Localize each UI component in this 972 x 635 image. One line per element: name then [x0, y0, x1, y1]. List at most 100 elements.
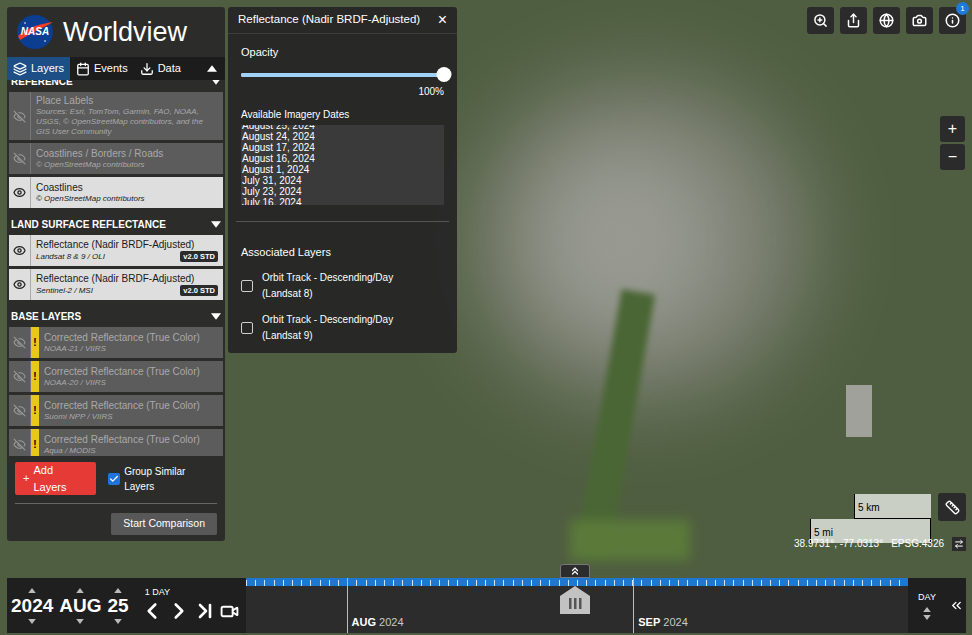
collapse-sidebar-button[interactable] — [199, 57, 225, 80]
expand-icon[interactable] — [211, 80, 221, 85]
month-field[interactable]: AUG — [59, 588, 101, 624]
measure-button[interactable] — [938, 493, 966, 521]
next-icon[interactable] — [166, 598, 192, 624]
opacity-slider[interactable] — [241, 67, 444, 83]
increment-icon[interactable] — [114, 588, 122, 593]
timeline-day-strip[interactable] — [246, 578, 908, 586]
zoom-button[interactable]: + — [940, 116, 965, 142]
latest-icon[interactable] — [193, 599, 217, 623]
coordinate-format-button[interactable] — [952, 537, 966, 551]
date-selector: 2024AUG25 1 DAY — [7, 578, 246, 633]
zoom-up-icon[interactable] — [923, 607, 931, 612]
visibility-toggle[interactable] — [9, 361, 31, 392]
eye-off-icon — [13, 110, 26, 123]
imagery-date[interactable]: August 25, 2024 — [242, 125, 443, 131]
increment-icon[interactable] — [76, 588, 84, 593]
layer-item[interactable]: Coastlines© OpenStreetMap contributors — [9, 177, 223, 208]
collapse-up-icon[interactable] — [207, 65, 217, 72]
imagery-date[interactable]: July 16, 2024 — [242, 197, 443, 205]
layer-settings-panel: Reflectance (Nadir BRDF-Adjusted)×Opacit… — [228, 7, 457, 353]
imagery-date[interactable]: August 16, 2024 — [242, 153, 443, 164]
layer-item[interactable]: !Corrected Reflectance (True Color)Suomi… — [9, 395, 223, 426]
imagery-date[interactable]: July 31, 2024 — [242, 175, 443, 186]
chevrons-up-icon — [569, 565, 581, 577]
visibility-toggle[interactable] — [9, 235, 31, 266]
warning-strip[interactable]: ! — [31, 327, 39, 358]
imagery-date[interactable]: July 23, 2024 — [242, 186, 443, 197]
warning-strip[interactable]: ! — [31, 429, 39, 456]
timeline-track[interactable]: AUG2024SEP2024 — [246, 578, 908, 633]
associated-layer-label: Orbit Track - Descending/Day (Landsat 8) — [262, 270, 412, 302]
visibility-toggle[interactable] — [9, 395, 31, 426]
animation-icon[interactable] — [220, 602, 239, 621]
associated-layer[interactable]: Orbit Track - Descending/Day (Landsat 9) — [241, 312, 444, 344]
group-similar-checkbox[interactable]: Group Similar Layers — [108, 464, 217, 494]
toolbar-icon — [813, 13, 828, 28]
nasa-logo[interactable]: NASA — [15, 14, 55, 50]
day-field[interactable]: 25 — [108, 588, 129, 624]
visibility-toggle[interactable] — [9, 327, 31, 358]
layer-item[interactable]: !Corrected Reflectance (True Color)NOAA-… — [9, 327, 223, 358]
layer-subtitle: NOAA-20 / VIIRS — [44, 378, 106, 388]
layer-item[interactable]: !Corrected Reflectance (True Color)NOAA-… — [9, 361, 223, 392]
imagery-dates-list[interactable]: August 25, 2024August 24, 2024August 17,… — [241, 125, 444, 205]
layer-item[interactable]: Reflectance (Nadir BRDF-Adjusted)Landsat… — [9, 235, 223, 266]
collapse-timeline-button[interactable] — [946, 578, 966, 633]
notification-badge: 1 — [956, 2, 969, 15]
associated-layer[interactable]: Orbit Track - Descending/Day (Landsat 8) — [241, 270, 444, 302]
group-title: LAND SURFACE REFLECTANCE — [11, 217, 166, 232]
toolbar-button[interactable] — [840, 7, 867, 34]
timeline-handle[interactable] — [560, 586, 590, 614]
imagery-date[interactable]: August 17, 2024 — [242, 142, 443, 153]
toolbar-button[interactable] — [807, 7, 834, 34]
sidebar-tab[interactable]: Data — [134, 57, 187, 80]
visibility-toggle[interactable] — [9, 269, 31, 300]
expand-icon[interactable] — [211, 313, 221, 320]
add-layers-button[interactable]: +Add Layers — [15, 462, 96, 495]
imagery-date[interactable]: August 1, 2024 — [242, 164, 443, 175]
start-comparison-button[interactable]: Start Comparison — [111, 513, 217, 535]
visibility-toggle[interactable] — [9, 429, 31, 456]
increment-icon[interactable] — [28, 588, 36, 593]
expand-icon[interactable] — [211, 221, 221, 228]
visibility-toggle[interactable] — [9, 143, 31, 174]
sidebar-tab[interactable]: Layers — [7, 57, 70, 80]
layer-item[interactable]: Place LabelsSources: Esri, TomTom, Garmi… — [9, 92, 223, 140]
layer-group-header[interactable]: BASE LAYERS — [9, 307, 223, 325]
decrement-icon[interactable] — [28, 619, 36, 624]
previous-icon[interactable] — [139, 598, 165, 624]
close-button[interactable]: × — [438, 12, 447, 28]
layer-subtitle: Sentinel-2 / MSI — [36, 286, 93, 296]
year-field[interactable]: 2024 — [11, 588, 53, 624]
associated-layer-label: Orbit Track - Descending/Day (Landsat 9) — [262, 312, 412, 344]
decrement-icon[interactable] — [76, 619, 84, 624]
warning-strip[interactable]: ! — [31, 395, 39, 426]
zoom-button[interactable]: − — [940, 144, 965, 170]
imagery-date[interactable]: August 24, 2024 — [242, 131, 443, 142]
layer-item[interactable]: Reflectance (Nadir BRDF-Adjusted)Sentine… — [9, 269, 223, 300]
layer-group-header[interactable]: LAND SURFACE REFLECTANCE — [9, 215, 223, 233]
visibility-toggle[interactable] — [9, 177, 31, 208]
info-button[interactable]: 1 — [939, 7, 966, 34]
slider-thumb[interactable] — [437, 67, 452, 82]
layer-list: REFERENCE Place LabelsSources: Esri, TomT… — [7, 80, 225, 456]
layer-item[interactable]: !Corrected Reflectance (True Color)Aqua … — [9, 429, 223, 456]
toolbar-icon — [879, 13, 894, 28]
visibility-toggle[interactable] — [9, 92, 31, 140]
interval-label[interactable]: 1 DAY — [145, 587, 170, 598]
warning-strip[interactable]: ! — [31, 361, 39, 392]
scale-metric: 5 km — [858, 502, 880, 513]
zoom-level[interactable]: DAY — [918, 591, 936, 605]
toolbar-button[interactable] — [873, 7, 900, 34]
layer-item[interactable]: Coastlines / Borders / Roads© OpenStreet… — [9, 143, 223, 174]
toolbar-button[interactable] — [906, 7, 933, 34]
sidebar-tab[interactable]: Events — [70, 57, 134, 80]
decrement-icon[interactable] — [114, 619, 122, 624]
opacity-label: Opacity — [241, 44, 444, 61]
month-year: 2024 — [663, 617, 687, 628]
layer-group-header[interactable]: REFERENCE — [9, 80, 223, 90]
expand-timeline-button[interactable] — [560, 564, 590, 578]
ruler-icon — [945, 500, 960, 515]
footer-divider — [15, 503, 217, 504]
zoom-down-icon[interactable] — [923, 615, 931, 620]
